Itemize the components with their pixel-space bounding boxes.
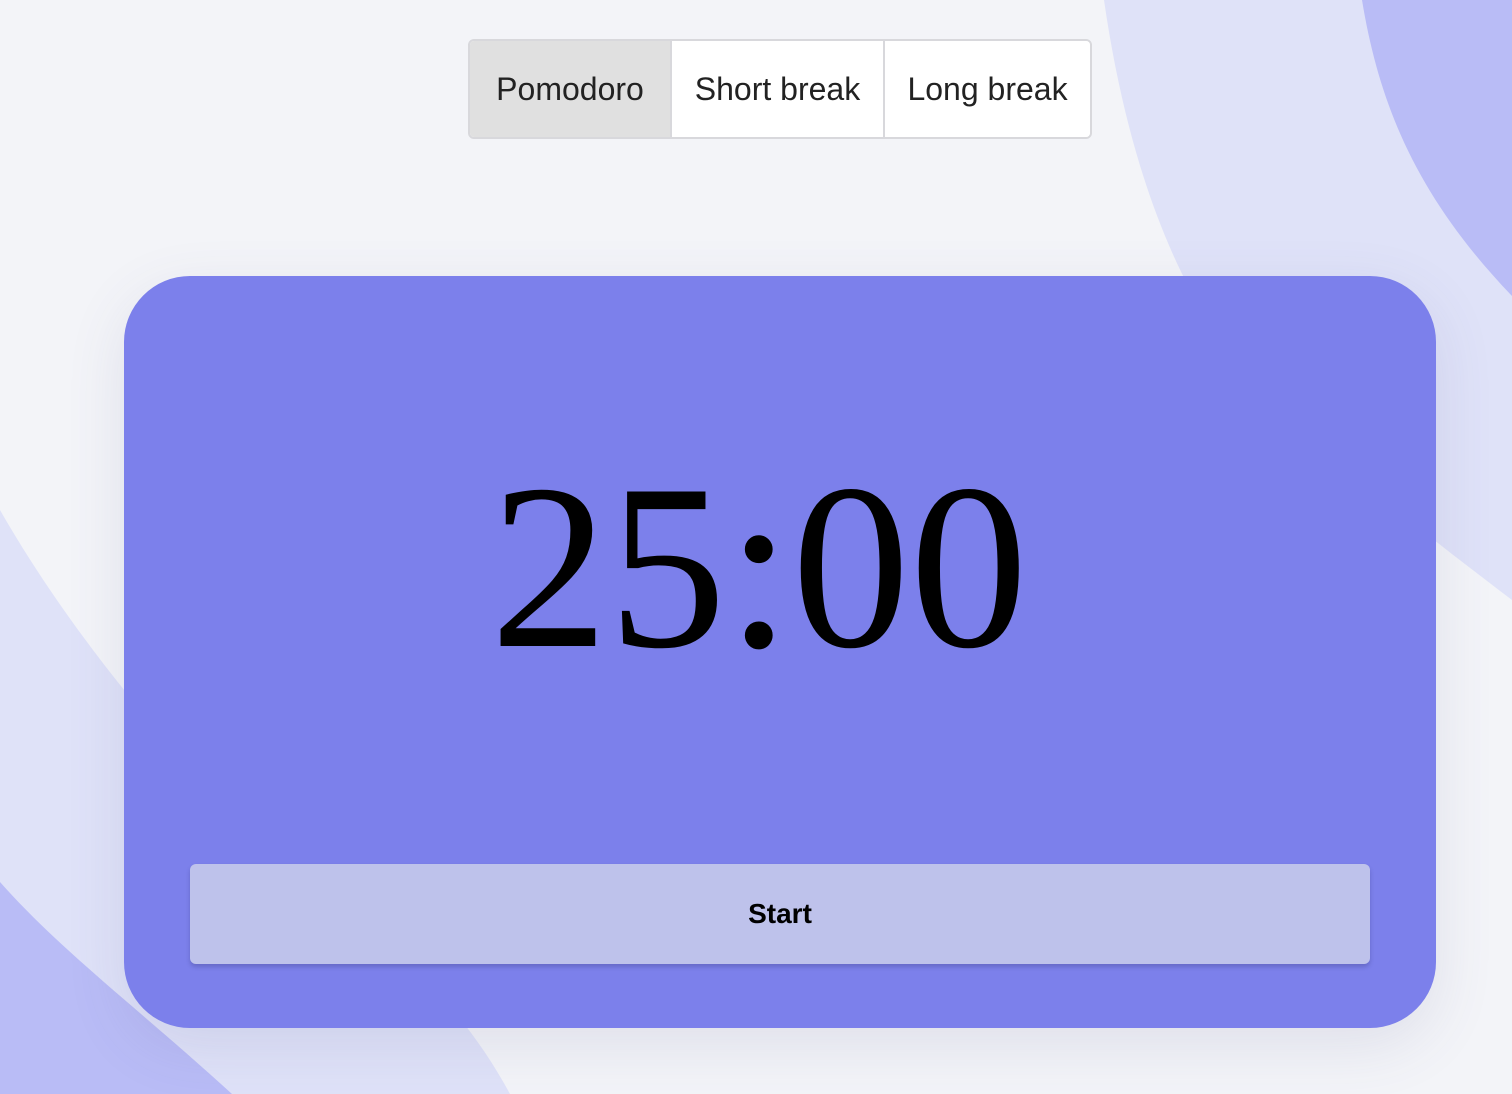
mode-switch: Pomodoro Short break Long break bbox=[468, 39, 1092, 139]
tab-short-break[interactable]: Short break bbox=[670, 41, 883, 137]
tab-long-break[interactable]: Long break bbox=[883, 41, 1090, 137]
tab-long-break-label: Long break bbox=[907, 70, 1068, 107]
start-button-label: Start bbox=[748, 898, 812, 929]
tab-pomodoro-label: Pomodoro bbox=[496, 70, 644, 107]
timer-display: 25:00 bbox=[0, 450, 1512, 686]
timer-time: 25:00 bbox=[490, 437, 1028, 698]
tab-pomodoro[interactable]: Pomodoro bbox=[470, 41, 670, 137]
start-button[interactable]: Start bbox=[190, 864, 1370, 964]
tab-short-break-label: Short break bbox=[694, 70, 861, 107]
